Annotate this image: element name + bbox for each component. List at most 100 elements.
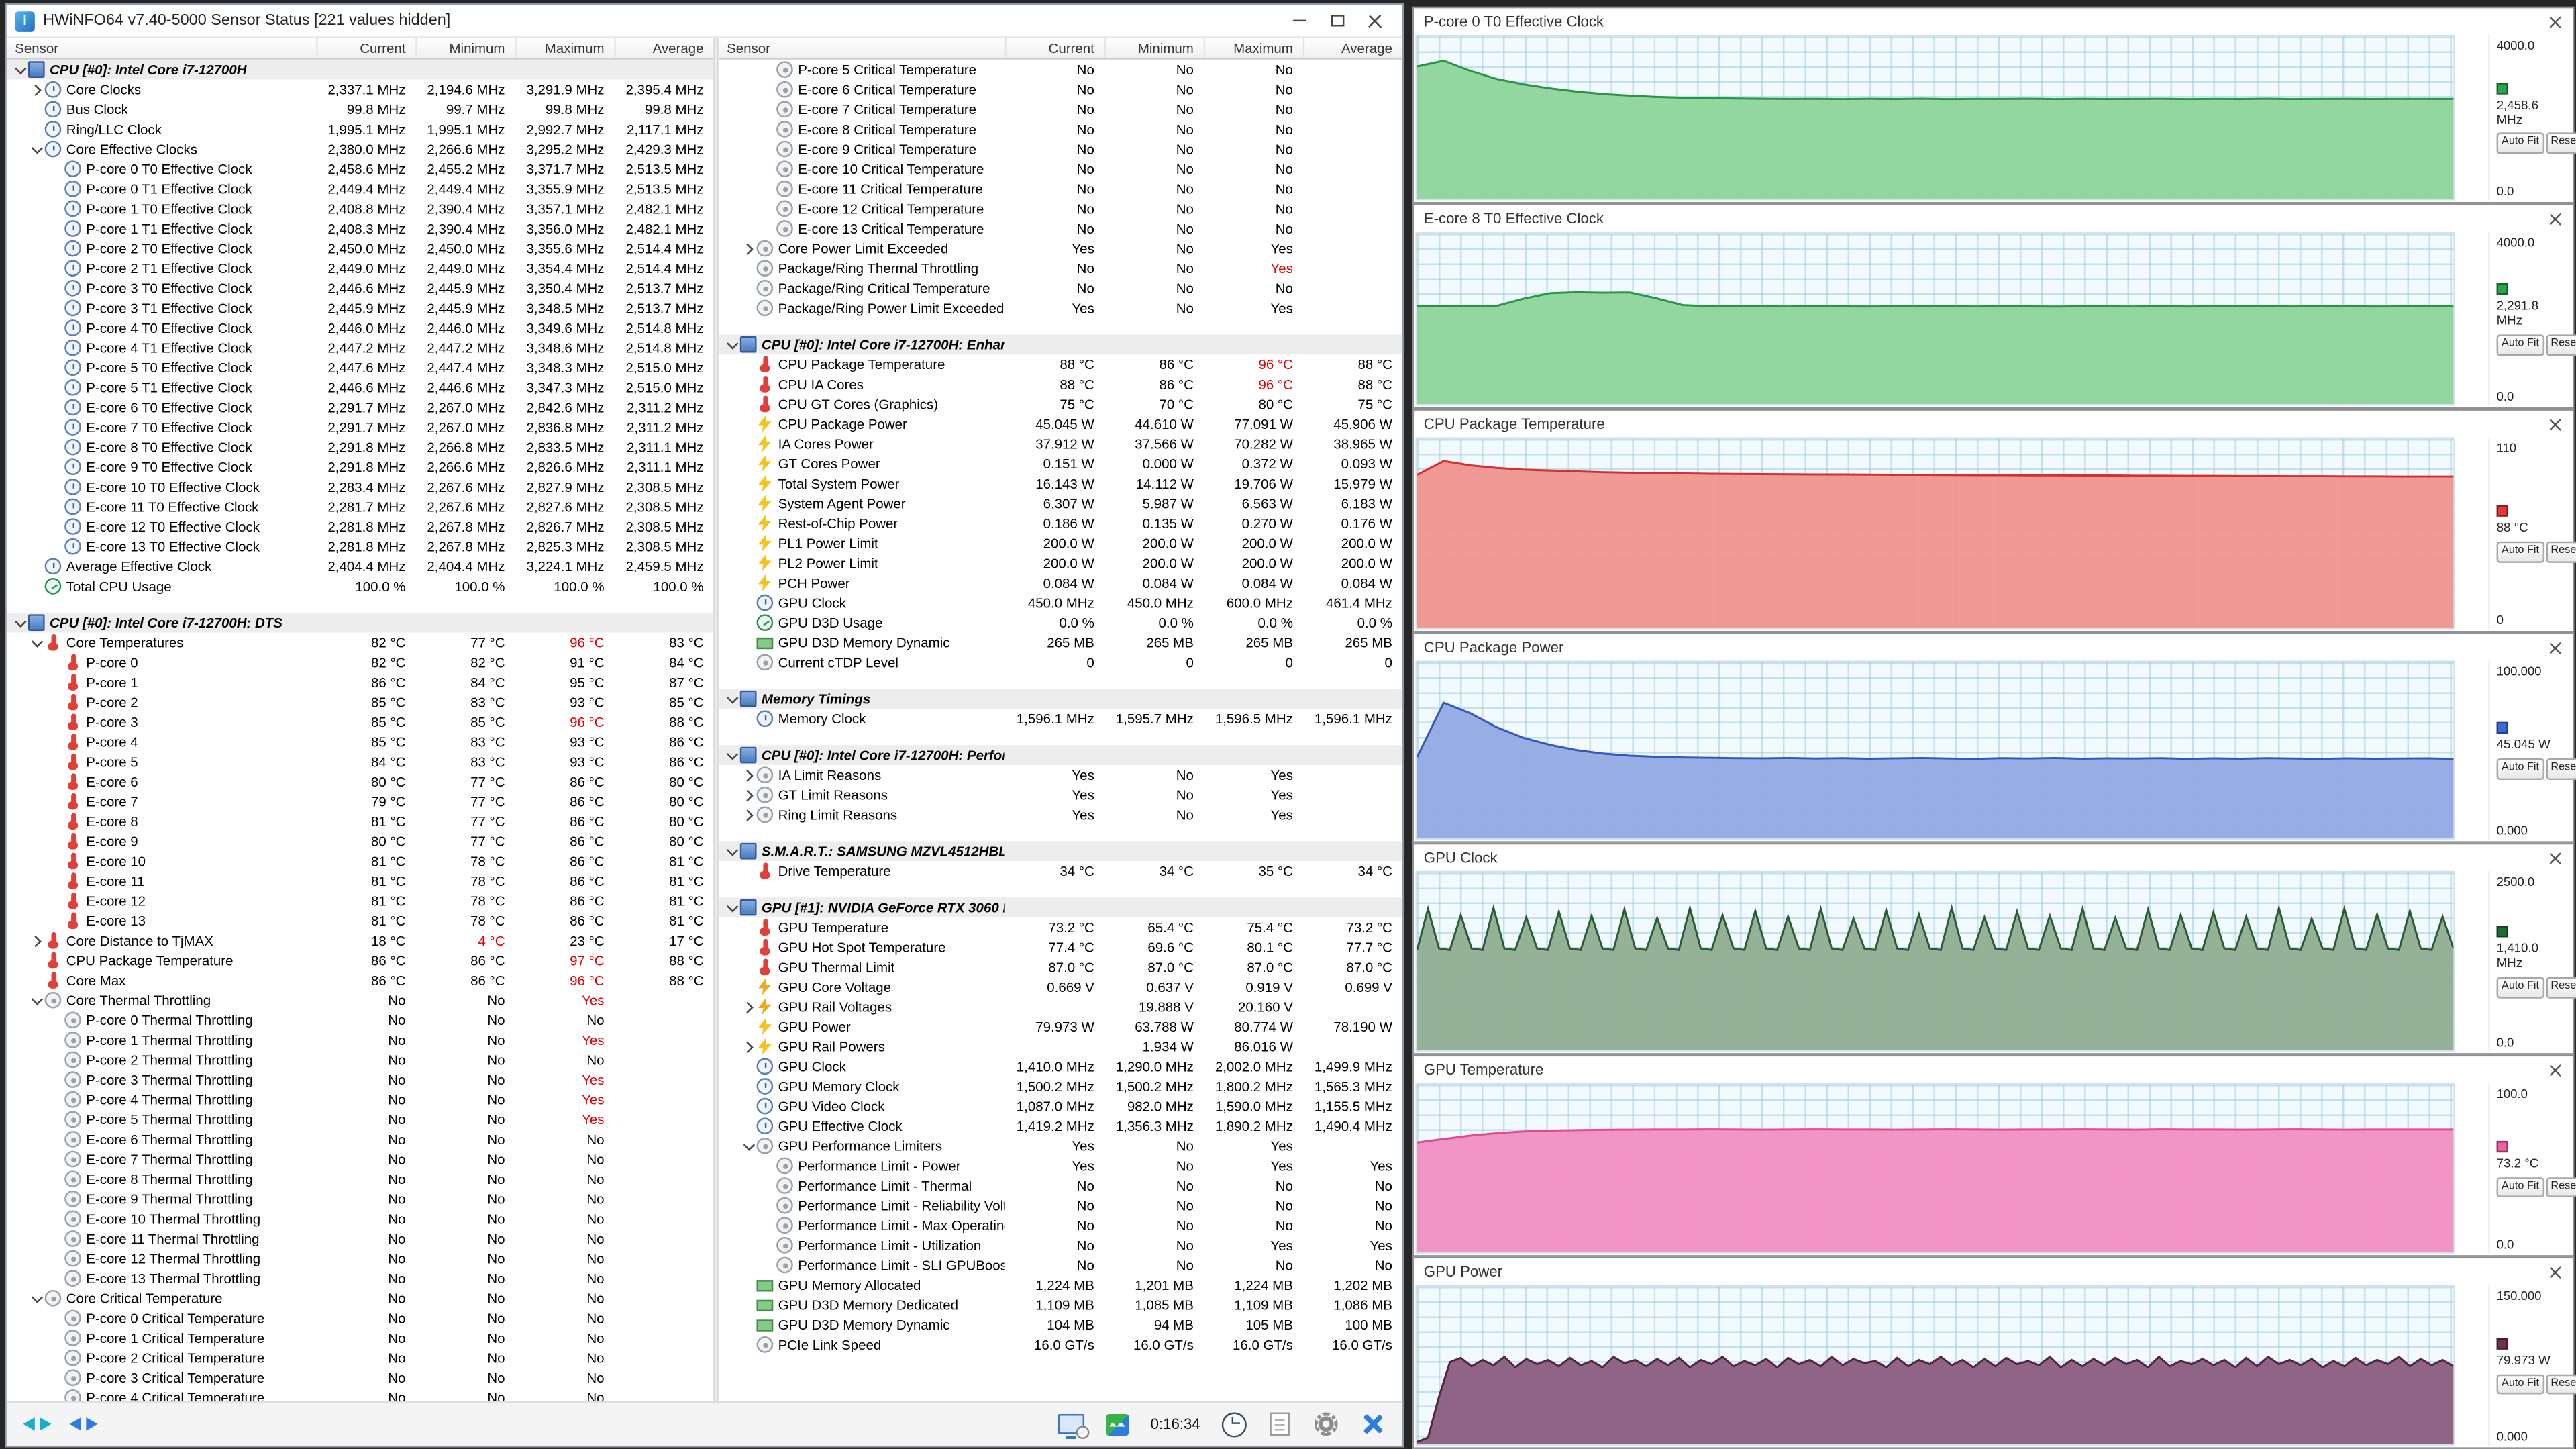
graph-titlebar[interactable]: GPU Temperature [1414,1056,2573,1083]
sensor-row[interactable]: P-core 3 T0 Effective Clock2,446.6 MHz2,… [7,278,714,298]
sensor-row[interactable]: GPU Hot Spot Temperature77.4 °C69.6 °C80… [719,937,1402,957]
close-icon[interactable] [2548,211,2563,226]
sensor-row[interactable]: CPU IA Cores88 °C86 °C96 °C88 °C [719,374,1402,395]
double-arrow-button-teal[interactable] [20,1408,53,1440]
sensor-row[interactable]: P-core 3 Critical TemperatureNoNoNo [7,1368,714,1388]
sensor-row[interactable]: Current cTDP Level0000 [719,652,1402,672]
sensor-row[interactable]: Ring/LLC Clock1,995.1 MHz1,995.1 MHz2,99… [7,119,714,140]
sensor-row[interactable]: E-core 1181 °C78 °C86 °C81 °C [7,871,714,891]
sensor-row[interactable]: P-core 2 Critical TemperatureNoNoNo [7,1348,714,1368]
sensor-row[interactable]: PCH Power0.084 W0.084 W0.084 W0.084 W [719,573,1402,593]
auto-fit-button[interactable]: Auto Fit [2497,542,2544,562]
expand-icon[interactable] [741,241,756,256]
sensor-row[interactable]: P-core 1 Thermal ThrottlingNoNoYes [7,1030,714,1050]
sensor-row[interactable]: Performance Limit - PowerYesNoYesYes [719,1156,1402,1176]
sensor-row[interactable]: E-core 881 °C77 °C86 °C80 °C [7,811,714,832]
sensor-row[interactable]: CPU Package Temperature86 °C86 °C97 °C88… [7,950,714,970]
sensor-row[interactable]: P-core 5 Thermal ThrottlingNoNoYes [7,1109,714,1130]
sensor-row[interactable]: E-core 13 Thermal ThrottlingNoNoNo [7,1268,714,1289]
sensor-row[interactable]: E-core 10 Thermal ThrottlingNoNoNo [7,1209,714,1229]
close-icon[interactable] [2548,14,2563,29]
graph-titlebar[interactable]: GPU Power [1414,1258,2573,1285]
sensors-button[interactable] [1101,1408,1134,1440]
sensor-row[interactable]: GPU Temperature73.2 °C65.4 °C75.4 °C73.2… [719,917,1402,938]
sensor-row[interactable]: P-core 082 °C82 °C91 °C84 °C [7,652,714,672]
sensor-row[interactable]: E-core 8 Critical TemperatureNoNoNo [719,119,1402,140]
sensor-row[interactable]: Core Clocks2,337.1 MHz2,194.6 MHz3,291.9… [7,79,714,99]
sensor-row[interactable]: Core Critical TemperatureNoNoNo [7,1288,714,1308]
collapse-icon[interactable] [13,62,28,77]
auto-fit-button[interactable]: Auto Fit [2497,977,2544,997]
expand-icon[interactable] [30,82,44,97]
reset-button[interactable]: Reset [2546,133,2576,154]
sensor-group-row[interactable]: CPU [#0]: Intel Core i7-12700H: Performa… [719,745,1402,765]
sensor-row[interactable]: Total CPU Usage100.0 %100.0 %100.0 %100.… [7,577,714,597]
sensor-row[interactable]: GPU Thermal Limit87.0 °C87.0 °C87.0 °C87… [719,957,1402,977]
sensor-row[interactable]: GPU Performance LimitersYesNoYes [719,1136,1402,1156]
reset-button[interactable]: Reset [2546,542,2576,562]
expand-icon[interactable] [741,999,756,1014]
sensor-row[interactable]: P-core 4 Critical TemperatureNoNoNo [7,1388,714,1401]
sensor-row[interactable]: P-core 0 T1 Effective Clock2,449.4 MHz2,… [7,179,714,199]
sensor-row[interactable]: Memory Clock1,596.1 MHz1,595.7 MHz1,596.… [719,709,1402,729]
sensor-row[interactable]: P-core 385 °C85 °C96 °C88 °C [7,712,714,732]
sensor-row[interactable]: GPU Clock450.0 MHz450.0 MHz600.0 MHz461.… [719,593,1402,613]
collapse-icon[interactable] [30,635,44,650]
sensor-row[interactable]: P-core 5 T1 Effective Clock2,446.6 MHz2,… [7,378,714,398]
expand-icon[interactable] [741,1039,756,1054]
auto-fit-button[interactable]: Auto Fit [2497,758,2544,779]
system-summary-button[interactable] [1055,1408,1088,1440]
maximize-button[interactable] [1318,8,1356,33]
sensor-row[interactable]: GT Cores Power0.151 W0.000 W0.372 W0.093… [719,454,1402,474]
sensor-row[interactable]: E-core 680 °C77 °C86 °C80 °C [7,772,714,792]
sensor-group-row[interactable]: S.M.A.R.T.: SAMSUNG MZVL4512HBLU-00... [719,841,1402,861]
sensor-row[interactable]: E-core 980 °C77 °C86 °C80 °C [7,832,714,852]
sensor-row[interactable]: E-core 8 Thermal ThrottlingNoNoNo [7,1169,714,1189]
sensor-row[interactable]: P-core 2 T1 Effective Clock2,449.0 MHz2,… [7,258,714,279]
sensor-row[interactable]: P-core 0 T0 Effective Clock2,458.6 MHz2,… [7,159,714,179]
sensor-row[interactable]: PCIe Link Speed16.0 GT/s16.0 GT/s16.0 GT… [719,1335,1402,1355]
sensor-row[interactable]: Performance Limit - Reliability VoltageN… [719,1195,1402,1215]
close-icon[interactable] [2548,1264,2563,1279]
reset-button[interactable]: Reset [2546,334,2576,355]
column-header-minimum[interactable]: Minimum [415,38,515,58]
reset-button[interactable]: Reset [2546,758,2576,779]
sensor-row[interactable]: P-core 584 °C83 °C93 °C86 °C [7,752,714,772]
settings-button[interactable] [1310,1408,1343,1440]
sensor-row[interactable]: GPU Clock1,410.0 MHz1,290.0 MHz2,002.0 M… [719,1056,1402,1077]
panel-splitter[interactable] [713,38,718,1401]
sensor-row[interactable]: GPU D3D Memory Dynamic265 MB265 MB265 MB… [719,632,1402,652]
sensor-row[interactable]: Bus Clock99.8 MHz99.7 MHz99.8 MHz99.8 MH… [7,99,714,119]
sensor-row[interactable]: Package/Ring Power Limit ExceededYesNoYe… [719,298,1402,318]
column-header-sensor[interactable]: Sensor [7,38,316,58]
reset-button[interactable]: Reset [2546,977,2576,997]
sensor-row[interactable]: Drive Temperature34 °C34 °C35 °C34 °C [719,861,1402,881]
sensor-row[interactable]: E-core 1381 °C78 °C86 °C81 °C [7,911,714,931]
sensor-group-row[interactable]: CPU [#0]: Intel Core i7-12700H: DTS [7,613,714,633]
collapse-icon[interactable] [30,142,44,156]
sensor-row[interactable]: Rest-of-Chip Power0.186 W0.135 W0.270 W0… [719,513,1402,534]
sensor-row[interactable]: E-core 9 T0 Effective Clock2,291.8 MHz2,… [7,457,714,477]
graph-titlebar[interactable]: CPU Package Temperature [1414,411,2573,437]
auto-fit-button[interactable]: Auto Fit [2497,1374,2544,1395]
close-sensors-button[interactable] [1356,1408,1389,1440]
sensor-row[interactable]: CPU Package Temperature88 °C86 °C96 °C88… [719,354,1402,374]
auto-fit-button[interactable]: Auto Fit [2497,133,2544,154]
sensor-group-row[interactable]: CPU [#0]: Intel Core i7-12700H [7,60,714,80]
sensor-row[interactable]: GPU Memory Allocated1,224 MB1,201 MB1,22… [719,1275,1402,1295]
collapse-icon[interactable] [741,1138,756,1153]
sensor-row[interactable]: E-core 10 Critical TemperatureNoNoNo [719,159,1402,179]
sensor-row[interactable]: Performance Limit - ThermalNoNoNoNo [719,1176,1402,1196]
sensor-row[interactable]: Core Max86 °C86 °C96 °C88 °C [7,970,714,991]
sensor-row[interactable]: E-core 8 T0 Effective Clock2,291.8 MHz2,… [7,437,714,457]
sensor-row[interactable]: P-core 1 Critical TemperatureNoNoNo [7,1328,714,1348]
column-header-maximum[interactable]: Maximum [1204,38,1303,58]
close-icon[interactable] [2548,640,2563,655]
clock-button[interactable] [1217,1408,1249,1440]
sensor-row[interactable]: Core Temperatures82 °C77 °C96 °C83 °C [7,632,714,652]
sensor-row[interactable]: GPU D3D Memory Dedicated1,109 MB1,085 MB… [719,1295,1402,1315]
sensor-row[interactable]: Performance Limit - Max Operating V...No… [719,1215,1402,1236]
sensor-row[interactable]: Performance Limit - UtilizationNoNoYesYe… [719,1236,1402,1256]
sensor-row[interactable]: P-core 1 T0 Effective Clock2,408.8 MHz2,… [7,199,714,219]
sensor-row[interactable]: P-core 3 T1 Effective Clock2,445.9 MHz2,… [7,298,714,318]
